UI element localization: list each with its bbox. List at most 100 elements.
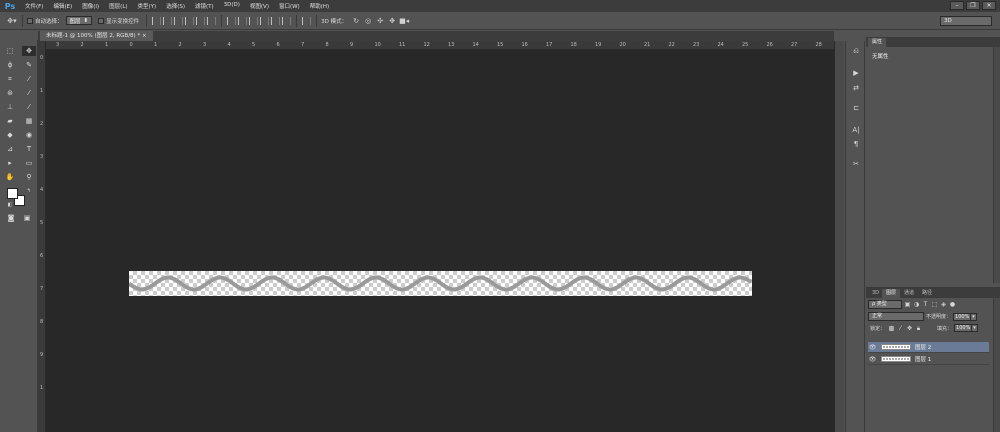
3d-scale-icon[interactable]: ■◂ xyxy=(398,16,410,26)
visibility-eye-icon[interactable]: 👁︎ xyxy=(868,355,877,364)
type-icon[interactable]: T xyxy=(22,144,36,154)
auto-select-dropdown[interactable]: 图层 ⬍ xyxy=(65,16,93,25)
paragraph-icon[interactable]: ¶ xyxy=(850,139,862,149)
smart-filter-icon[interactable]: ◈ xyxy=(940,301,947,308)
crop-icon[interactable]: ⌗ xyxy=(3,74,17,84)
blend-mode-dropdown[interactable]: 正常 xyxy=(868,312,924,321)
layer-row[interactable]: 👁︎ 图层 1 xyxy=(868,354,989,365)
zoom-icon[interactable]: ⚲ xyxy=(22,172,36,182)
tab-layers-3[interactable]: 路径 xyxy=(918,289,936,298)
move-tool-preset-icon[interactable]: ✥▾ xyxy=(6,16,18,26)
shape-icon[interactable]: ▭ xyxy=(22,158,36,168)
layer-row[interactable]: 👁︎ 图层 2 xyxy=(868,342,989,353)
distribute-right-icon[interactable] xyxy=(282,16,292,25)
eraser-icon[interactable]: ▰ xyxy=(3,116,17,126)
shape-filter-icon[interactable]: ⬚ xyxy=(931,301,938,308)
path-select-icon[interactable]: ▸ xyxy=(3,158,17,168)
adjust-icon[interactable]: ⇄ xyxy=(850,83,862,93)
auto-select-checkbox[interactable] xyxy=(27,17,33,24)
opacity-input[interactable]: 100% xyxy=(953,312,972,321)
opacity-arrow-icon[interactable]: ▾ xyxy=(971,312,978,321)
filter-toggle-icon[interactable]: ● xyxy=(949,301,956,308)
healing-icon[interactable]: ⊛ xyxy=(3,88,17,98)
menu-item[interactable]: 窗口(W) xyxy=(274,2,305,10)
gradient-icon[interactable]: ▦ xyxy=(22,116,36,126)
distribute-top-icon[interactable] xyxy=(227,16,237,25)
workspace-dropdown[interactable]: 3D xyxy=(940,16,992,26)
minimize-button[interactable]: – xyxy=(950,1,964,10)
3d-rotate-icon[interactable]: ↻ xyxy=(350,16,362,26)
lock-all-icon[interactable]: 🔒︎ xyxy=(915,325,922,332)
canvas-scrollbar[interactable] xyxy=(834,41,844,432)
document-tab[interactable]: 未标题-1 @ 100% (图层 2, RGB/8) * × xyxy=(40,31,153,41)
move-icon[interactable]: ✥ xyxy=(22,46,36,56)
swap-colors-icon[interactable]: ↰ xyxy=(22,186,36,196)
screen-mode-icon[interactable]: ▣ xyxy=(20,213,34,223)
show-transform-checkbox[interactable] xyxy=(98,17,105,24)
menu-item[interactable]: 选择(S) xyxy=(161,2,190,10)
distribute-left-icon[interactable] xyxy=(260,16,270,25)
distribute-hcenter-icon[interactable] xyxy=(271,16,281,25)
eyedropper-icon[interactable]: ⁄ xyxy=(22,74,36,84)
align-vcenter-icon[interactable] xyxy=(163,16,173,25)
layer-filter-dropdown[interactable]: ρ 类型 xyxy=(868,300,902,309)
lasso-icon[interactable]: ϕ xyxy=(3,60,17,70)
character-icon[interactable]: A| xyxy=(850,125,862,135)
pen-icon[interactable]: ⊿ xyxy=(3,144,17,154)
layers-scrollbar[interactable] xyxy=(993,298,1000,432)
align-left-icon[interactable] xyxy=(185,16,195,25)
menu-item[interactable]: 图像(I) xyxy=(77,2,104,10)
menu-item[interactable]: 图层(L) xyxy=(104,2,132,10)
hand-icon[interactable]: ✋ xyxy=(3,172,17,182)
foreground-color-swatch[interactable] xyxy=(7,188,18,199)
tab-properties[interactable]: 属性 xyxy=(868,38,887,47)
history-brush-icon[interactable]: ⁄ xyxy=(22,102,36,112)
fill-arrow-icon[interactable]: ▾ xyxy=(972,324,979,332)
align-right-icon[interactable] xyxy=(207,16,217,25)
tab-layers-0[interactable]: 3D xyxy=(868,289,883,298)
restore-button[interactable]: ❐ xyxy=(966,1,980,10)
menu-item[interactable]: 3D(D) xyxy=(219,2,245,10)
visibility-eye-icon[interactable]: 👁︎ xyxy=(868,343,877,352)
default-colors-icon[interactable]: ◧ xyxy=(3,200,17,210)
menu-item[interactable]: 编辑(E) xyxy=(48,2,77,10)
menu-item[interactable]: 帮助(H) xyxy=(305,2,334,10)
distribute-bottom-icon[interactable] xyxy=(249,16,259,25)
canvas-area[interactable] xyxy=(46,50,834,432)
stamp-icon[interactable]: ⊥ xyxy=(3,102,17,112)
properties-scrollbar[interactable] xyxy=(993,47,1000,283)
align-top-icon[interactable] xyxy=(152,16,162,25)
layer-content-strip[interactable] xyxy=(129,271,752,296)
fill-input[interactable]: 100% xyxy=(954,324,973,332)
menu-item[interactable]: 文件(F) xyxy=(20,2,48,10)
tools-panel-icon[interactable]: ✂ xyxy=(850,159,862,169)
dodge-icon[interactable]: ◉ xyxy=(22,130,36,140)
quick-select-icon[interactable]: ✎ xyxy=(22,60,36,70)
tab-layers-1[interactable]: 图层 xyxy=(882,289,901,298)
lock-transparent-icon[interactable]: ▩ xyxy=(888,325,895,332)
pixel-filter-icon[interactable]: ▣ xyxy=(904,301,911,308)
brush-icon[interactable]: ⁄ xyxy=(22,88,36,98)
menu-item[interactable]: 滤镜(T) xyxy=(190,2,219,10)
align-panel-icon[interactable]: ⊏ xyxy=(850,103,862,113)
marquee-icon[interactable]: ⬚ xyxy=(3,46,17,56)
align-bottom-icon[interactable] xyxy=(174,16,184,25)
history-icon[interactable]: ⎌ xyxy=(850,46,862,56)
tab-layers-2[interactable]: 通道 xyxy=(900,289,918,298)
lock-position-icon[interactable]: ✥ xyxy=(906,325,913,332)
type-filter-icon[interactable]: T xyxy=(922,301,929,308)
quick-mask-icon[interactable]: ◙ xyxy=(4,213,18,223)
distribute-vcenter-icon[interactable] xyxy=(238,16,248,25)
menu-item[interactable]: 视图(V) xyxy=(245,2,274,10)
blur-icon[interactable]: ◆ xyxy=(3,130,17,140)
actions-icon[interactable]: ▶ xyxy=(850,68,862,78)
align-hcenter-icon[interactable] xyxy=(196,16,206,25)
auto-align-icon[interactable] xyxy=(302,16,312,25)
3d-pan-icon[interactable]: ✣ xyxy=(374,16,386,26)
3d-slide-icon[interactable]: ✥ xyxy=(386,16,398,26)
close-window-button[interactable]: ✕ xyxy=(982,1,996,10)
lock-image-icon[interactable]: ⁄ xyxy=(897,325,904,332)
adjustment-filter-icon[interactable]: ◑ xyxy=(913,301,920,308)
menu-item[interactable]: 类型(Y) xyxy=(133,2,162,10)
3d-roll-icon[interactable]: ◎ xyxy=(362,16,374,26)
